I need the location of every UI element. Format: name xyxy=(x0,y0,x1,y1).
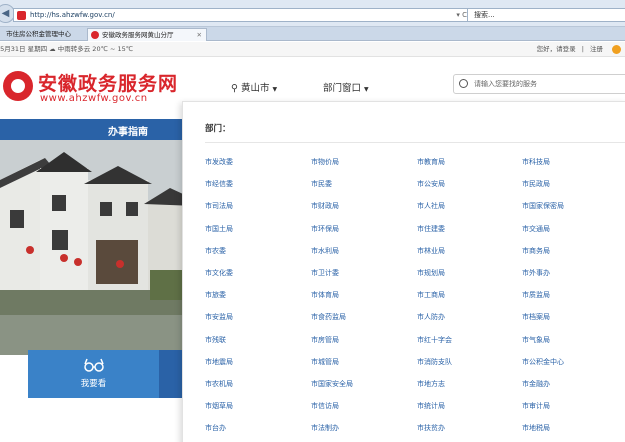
dept-link[interactable]: 市人社局 xyxy=(417,201,445,211)
dept-link[interactable]: 市档案局 xyxy=(522,312,550,322)
user-links: 您好，请登录 | 注册 xyxy=(533,42,603,56)
site-search-input[interactable]: 请输入您要找的服务 xyxy=(453,74,625,94)
dept-link[interactable]: 市统计局 xyxy=(417,401,445,411)
glasses-icon xyxy=(84,358,104,372)
dept-link[interactable]: 市水利局 xyxy=(311,246,339,256)
dept-link[interactable]: 市卫计委 xyxy=(311,268,339,278)
dept-link[interactable]: 市环保局 xyxy=(311,224,339,234)
separator: | xyxy=(581,45,584,53)
dept-link[interactable]: 市审计局 xyxy=(522,401,550,411)
chevron-down-icon: ▼ xyxy=(364,86,369,93)
dept-link[interactable]: 市农机局 xyxy=(205,379,233,389)
dept-link[interactable]: 市国家保密局 xyxy=(522,201,564,211)
dept-link[interactable]: 市安监局 xyxy=(205,312,233,322)
dept-link[interactable]: 市法制办 xyxy=(311,423,339,433)
dept-link[interactable]: 市公积金中心 xyxy=(522,357,564,367)
dept-link[interactable]: 市外事办 xyxy=(522,268,550,278)
dept-link[interactable]: 市司法局 xyxy=(205,201,233,211)
dept-link[interactable]: 市物价局 xyxy=(311,157,339,167)
dept-link[interactable]: 市人防办 xyxy=(417,312,445,322)
login-link[interactable]: 您好，请登录 xyxy=(537,45,576,53)
dept-link[interactable]: 市民政局 xyxy=(522,179,550,189)
dept-link[interactable]: 市财政局 xyxy=(311,201,339,211)
dept-link[interactable]: 市住建委 xyxy=(417,224,445,234)
dept-link[interactable]: 市房管局 xyxy=(311,335,339,345)
main-nav-bar: 办事指南 xyxy=(0,119,196,140)
dropdown-divider xyxy=(205,142,625,143)
dept-link[interactable]: 市体育局 xyxy=(311,290,339,300)
dept-link[interactable]: 市残联 xyxy=(205,335,226,345)
dept-link[interactable]: 市经信委 xyxy=(205,179,233,189)
browser-address-bar: ◀ http://hs.ahzwfw.gov.cn/ ▾ C 搜索... xyxy=(0,0,625,27)
browser-search-input[interactable]: 搜索... xyxy=(467,8,625,22)
nav-guide[interactable]: 办事指南 xyxy=(108,123,148,138)
dept-link[interactable]: 市国土局 xyxy=(205,224,233,234)
tab-title: 市住房公积金管理中心 xyxy=(6,30,71,38)
dept-link[interactable]: 市民委 xyxy=(311,179,332,189)
chevron-down-icon: ▼ xyxy=(272,86,278,93)
dropdown-heading: 部门： xyxy=(205,124,231,134)
dept-link[interactable]: 市规划局 xyxy=(417,268,445,278)
tab-title: 安徽政务服务网黄山分厅 xyxy=(102,31,174,39)
logo-icon[interactable] xyxy=(3,71,33,101)
tab-ahzwfw-huangshan[interactable]: 安徽政务服务网黄山分厅 ✕ xyxy=(87,28,207,41)
browser-tab-bar: 市住房公积金管理中心 安徽政务服务网黄山分厅 ✕ xyxy=(0,27,625,41)
dept-link[interactable]: 市信访局 xyxy=(311,401,339,411)
dept-link[interactable]: 市林业局 xyxy=(417,246,445,256)
url-text: http://hs.ahzwfw.gov.cn/ xyxy=(30,11,115,19)
search-placeholder: 请输入您要找的服务 xyxy=(474,80,537,88)
dept-link[interactable]: 市气象局 xyxy=(522,335,550,345)
site-favicon-icon xyxy=(17,11,26,20)
location-selector[interactable]: ⚲ 黄山市 ▼ xyxy=(231,80,277,94)
dept-link[interactable]: 市商务局 xyxy=(522,246,550,256)
date-weather: 05月31日 星期四 ☁ 中雨转多云 20℃ ~ 15℃ xyxy=(0,45,134,53)
view-button-label: 我要看 xyxy=(80,379,107,389)
dept-dropdown-panel: 部门： 市发改委 市物价局 市教育局 市科技局 市经信委 市民委 市公安局 市民政局 市司法局市… xyxy=(182,101,625,442)
url-input[interactable]: http://hs.ahzwfw.gov.cn/ ▾ C xyxy=(13,8,471,22)
logo-title[interactable]: 安徽政务服务网 xyxy=(38,69,178,96)
dept-link[interactable]: 市教育局 xyxy=(417,157,445,167)
dept-link[interactable]: 市农委 xyxy=(205,246,226,256)
dept-link[interactable]: 市红十字会 xyxy=(417,335,452,345)
dept-link[interactable]: 市地方志 xyxy=(417,379,445,389)
location-label: 黄山市 xyxy=(240,83,270,94)
dept-link[interactable]: 市质监局 xyxy=(522,290,550,300)
village-scene-image xyxy=(0,140,196,355)
search-icon xyxy=(459,79,468,88)
dept-link[interactable]: 市公安局 xyxy=(417,179,445,189)
dept-label: 部门窗口 xyxy=(323,83,362,94)
dept-link[interactable]: 市消防支队 xyxy=(417,357,452,367)
hero-image xyxy=(0,140,196,355)
dept-link[interactable]: 市地震局 xyxy=(205,357,233,367)
view-button[interactable]: 我要看 xyxy=(28,350,159,398)
notice-icon[interactable] xyxy=(612,45,621,54)
dept-link[interactable]: 市地税局 xyxy=(522,423,550,433)
dept-link[interactable]: 市烟草局 xyxy=(205,401,233,411)
dept-link[interactable]: 市交通局 xyxy=(522,224,550,234)
site-info-bar: 05月31日 星期四 ☁ 中雨转多云 20℃ ~ 15℃ 您好，请登录 | 注册 xyxy=(0,42,625,57)
refresh-icon[interactable]: ▾ C xyxy=(456,9,467,21)
dept-link[interactable]: 市工商局 xyxy=(417,290,445,300)
close-tab-icon[interactable]: ✕ xyxy=(197,29,202,41)
logo-domain: www.ahzwfw.gov.cn xyxy=(40,93,148,104)
dept-link[interactable]: 市台办 xyxy=(205,423,226,433)
dept-window-menu[interactable]: 部门窗口 ▼ xyxy=(323,80,369,94)
dept-link[interactable]: 市食药监局 xyxy=(311,312,346,322)
dept-link[interactable]: 市科技局 xyxy=(522,157,550,167)
dept-link[interactable]: 市发改委 xyxy=(205,157,233,167)
dept-link[interactable]: 市国家安全局 xyxy=(311,379,353,389)
register-link[interactable]: 注册 xyxy=(590,45,603,53)
location-pin-icon: ⚲ xyxy=(231,83,241,94)
dept-link[interactable]: 市扶贫办 xyxy=(417,423,445,433)
dept-link[interactable]: 市旅委 xyxy=(205,290,226,300)
tab-favicon-icon xyxy=(91,31,99,39)
dept-link[interactable]: 市金融办 xyxy=(522,379,550,389)
dept-link[interactable]: 市文化委 xyxy=(205,268,233,278)
tab-housing-fund[interactable]: 市住房公积金管理中心 xyxy=(0,28,87,41)
dept-link[interactable]: 市城管局 xyxy=(311,357,339,367)
